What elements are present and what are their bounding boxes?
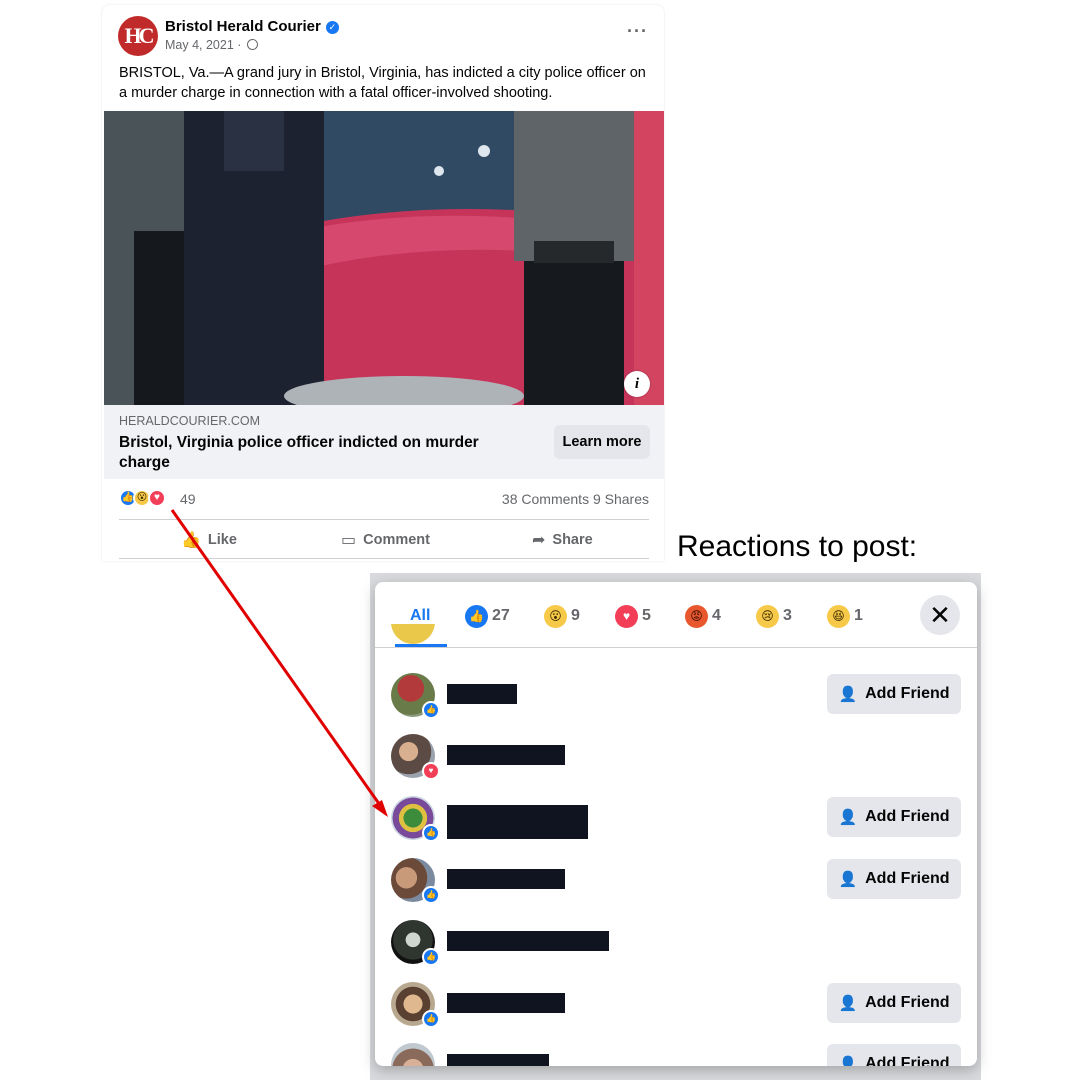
add-person-icon: 👤 (838, 995, 858, 1012)
redacted-name (447, 931, 609, 951)
add-friend-label: Add Friend (865, 685, 950, 702)
tab-like-count: 27 (492, 607, 510, 624)
like-badge-icon: 👍 (422, 948, 440, 966)
like-badge-icon: 👍 (422, 1010, 440, 1028)
share-button[interactable]: ➦ Share (532, 530, 593, 550)
post-date[interactable]: May 4, 2021 · (165, 38, 241, 52)
post-photo-illustration (104, 111, 664, 405)
list-item: 👍 👤 Add Friend (391, 855, 961, 905)
comment-label: Comment (363, 532, 430, 548)
facebook-post: HC Bristol Herald Courier ✓ May 4, 2021 ·… (102, 5, 664, 561)
comment-bubble-icon: ▭ (341, 532, 357, 549)
add-friend-button[interactable]: 👤 Add Friend (827, 674, 961, 714)
link-domain: HERALDCOURIER.COM (119, 414, 260, 428)
list-item: 👍 👤 Add Friend (391, 979, 961, 1029)
page-logo[interactable]: HC (118, 16, 158, 56)
post-date-row: May 4, 2021 · (165, 38, 258, 52)
like-badge-icon: 👍 (422, 886, 440, 904)
reaction-summary[interactable]: 👍 😮 ♥ 49 38 Comments 9 Shares (119, 487, 649, 511)
info-icon[interactable]: i (624, 371, 650, 397)
love-reaction-icon: ♥ (148, 489, 166, 507)
avatar[interactable] (391, 624, 435, 644)
add-friend-label: Add Friend (865, 870, 950, 887)
comment-share-counts[interactable]: 38 Comments 9 Shares (502, 491, 649, 507)
post-header: HC Bristol Herald Courier ✓ May 4, 2021 ·… (118, 16, 648, 58)
like-button[interactable]: 👍 Like (181, 530, 237, 550)
redacted-name (447, 745, 565, 765)
learn-more-button[interactable]: Learn more (554, 425, 650, 459)
add-friend-label: Add Friend (865, 808, 950, 825)
list-item: 👤 Add Friend (391, 1040, 961, 1066)
redacted-name (447, 993, 565, 1013)
tab-love-count: 5 (642, 607, 651, 624)
link-title[interactable]: Bristol, Virginia police officer indicte… (119, 433, 499, 473)
list-item: ♥ (391, 731, 961, 781)
add-person-icon: 👤 (838, 871, 858, 888)
list-item: 👍 (391, 917, 961, 967)
post-text: BRISTOL, Va.—A grand jury in Bristol, Vi… (119, 65, 646, 101)
like-badge-icon: 👍 (422, 701, 440, 719)
tab-all-label: All (410, 607, 431, 624)
redacted-name (447, 805, 588, 839)
page-name-row: Bristol Herald Courier ✓ (165, 18, 339, 35)
list-item: 👍 👤 Add Friend (391, 670, 961, 720)
add-person-icon: 👤 (838, 1056, 858, 1066)
action-bar: 👍 Like ▭ Comment ➦ Share (119, 519, 649, 559)
redacted-name (447, 684, 517, 704)
like-badge-icon: 👍 (422, 824, 440, 842)
reaction-total[interactable]: 49 (180, 491, 196, 507)
globe-icon (246, 39, 258, 50)
add-person-icon: 👤 (838, 809, 858, 826)
annotation-caption: Reactions to post: (677, 530, 918, 563)
share-label: Share (552, 532, 593, 548)
reactions-dialog: All 👍 27 😮 9 ♥ 5 😡 4 😢 3 😆 1 ✕ 👍 👤 Add F… (375, 582, 977, 1066)
thumbs-up-icon: 👍 (181, 532, 201, 549)
more-options-icon[interactable]: ··· (627, 22, 648, 40)
page-name[interactable]: Bristol Herald Courier (165, 18, 321, 35)
add-friend-button[interactable]: 👤 Add Friend (827, 983, 961, 1023)
tab-wow-count: 9 (571, 607, 580, 624)
like-label: Like (207, 532, 237, 548)
post-photo[interactable]: i (104, 111, 664, 405)
add-friend-label: Add Friend (865, 994, 950, 1011)
tab-angry-count: 4 (712, 607, 721, 624)
add-friend-button[interactable]: 👤 Add Friend (827, 797, 961, 837)
verified-badge-icon: ✓ (325, 21, 339, 34)
add-friend-button[interactable]: 👤 Add Friend (827, 859, 961, 899)
redacted-name (447, 869, 565, 889)
link-preview[interactable]: HERALDCOURIER.COM Bristol, Virginia poli… (104, 405, 664, 479)
heart-badge-icon: ♥ (422, 762, 440, 780)
list-item: 👍 👤 Add Friend (391, 793, 961, 843)
add-friend-label: Add Friend (865, 1055, 950, 1066)
avatar[interactable] (391, 1043, 435, 1066)
share-arrow-icon: ➦ (532, 532, 546, 549)
tab-haha-count: 1 (854, 607, 863, 624)
redacted-name (447, 1054, 549, 1066)
comment-button[interactable]: ▭ Comment (341, 530, 430, 550)
tab-sad-count: 3 (783, 607, 792, 624)
list-item (391, 624, 961, 648)
add-friend-button[interactable]: 👤 Add Friend (827, 1044, 961, 1066)
add-person-icon: 👤 (838, 686, 858, 703)
